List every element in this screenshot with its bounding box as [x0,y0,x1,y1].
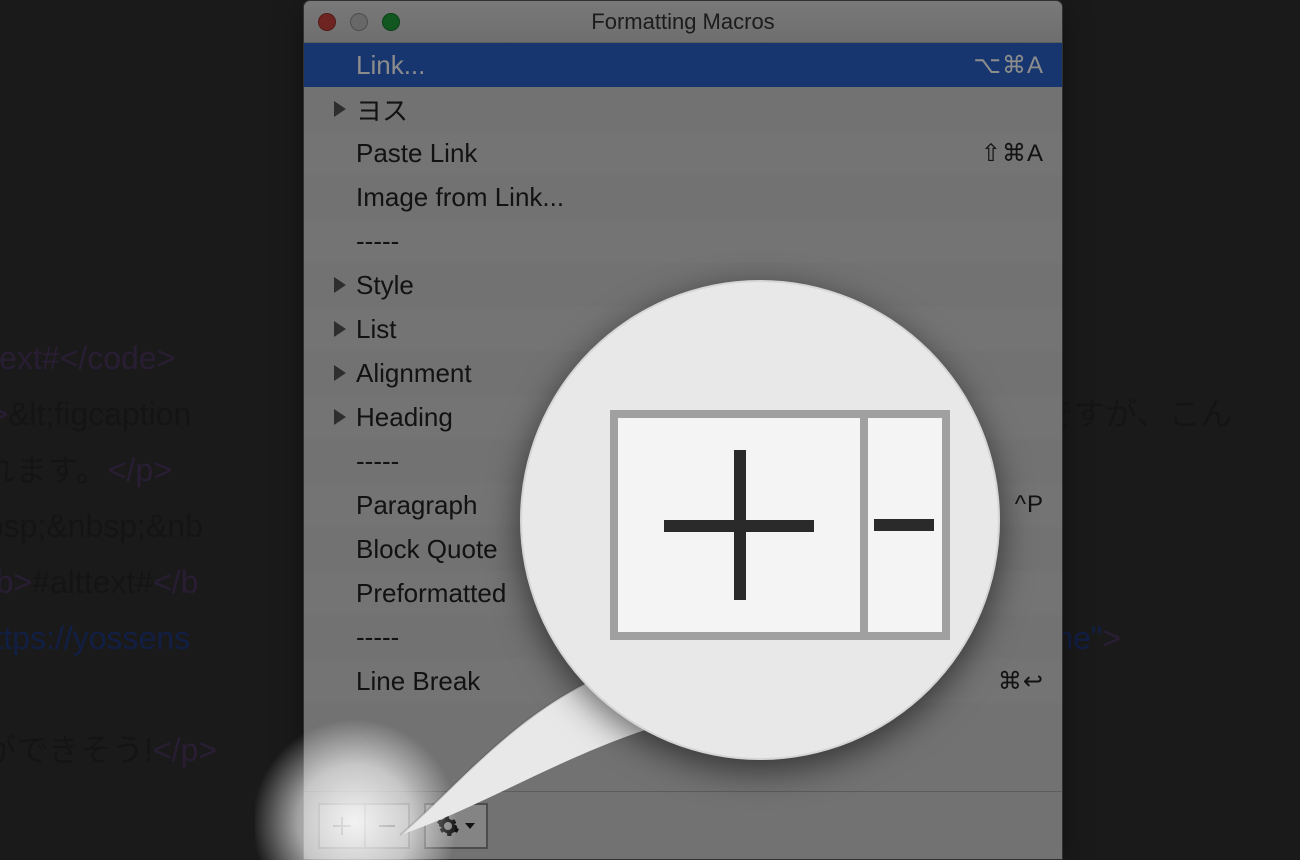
chevron-right-icon [334,277,346,293]
window-titlebar[interactable]: Formatting Macros [304,1,1062,43]
magnifier-callout [520,280,1000,760]
magnified-remove-button [868,418,942,632]
minus-icon [874,519,934,531]
macro-item-separator[interactable]: ----- [304,219,1062,263]
plus-icon [664,450,814,600]
macro-item-label: ----- [356,226,1044,257]
macro-item-shortcut: ⌥⌘A [973,51,1044,80]
macro-item-yosu[interactable]: ヨス [304,87,1062,131]
magnified-add-button [618,418,868,632]
macro-item-label: Paste Link [356,138,981,169]
magnifier-content [610,410,950,640]
macro-item-shortcut: ⌘↩ [998,667,1044,696]
macro-item-label: Image from Link... [356,182,1044,213]
macro-item-label: ヨス [356,91,1044,128]
macro-item-label: Link... [356,50,973,81]
macro-item-shortcut: ^P [1015,491,1044,519]
macro-item-link[interactable]: Link... ⌥⌘A [304,43,1062,87]
add-button[interactable] [320,805,364,847]
macro-item-shortcut: ⇧⌘A [981,139,1044,168]
chevron-right-icon [334,321,346,337]
chevron-right-icon [334,101,346,117]
window-title: Formatting Macros [304,9,1062,35]
chevron-right-icon [334,365,346,381]
macro-item-paste-link[interactable]: Paste Link ⇧⌘A [304,131,1062,175]
plus-icon [331,815,353,837]
chevron-right-icon [334,409,346,425]
macro-item-image-from-link[interactable]: Image from Link... [304,175,1062,219]
